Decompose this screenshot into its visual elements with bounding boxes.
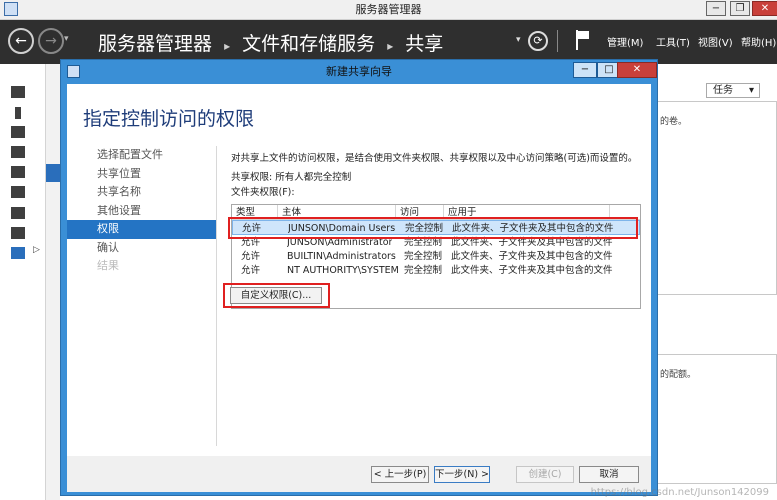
server-manager-icon xyxy=(4,2,18,16)
step-permissions[interactable]: 权限 xyxy=(67,220,217,239)
step-other-settings[interactable]: 其他设置 xyxy=(67,202,217,221)
iis-icon[interactable] xyxy=(11,207,25,219)
create-button: 创建(C) xyxy=(516,466,574,483)
maximize-button[interactable]: ❐ xyxy=(730,1,750,16)
file-services-icon[interactable] xyxy=(11,186,25,198)
navigation-bar: ← → ▾ 服务器管理器 ▸ 文件和存储服务 ▸ 共享 ▾ ⟳ 管理(M) 工具… xyxy=(0,20,777,64)
menu-manage[interactable]: 管理(M) xyxy=(607,34,643,49)
tasks-dropdown[interactable]: 任务 ▾ xyxy=(706,83,760,98)
previous-button[interactable]: < 上一步(P) xyxy=(371,466,429,483)
background-panel-text: 的配额。 xyxy=(660,370,697,380)
breadcrumb-item-file-storage[interactable]: 文件和存储服务 xyxy=(242,33,375,55)
table-row[interactable]: 允许 NT AUTHORITY\SYSTEM 完全控制 此文件夹、子文件夹及其中… xyxy=(232,263,640,278)
share-permissions-text: 共享权限: 所有人都完全控制 xyxy=(231,172,352,183)
window-title: 服务器管理器 xyxy=(355,3,422,16)
dialog-close-button[interactable]: ✕ xyxy=(617,62,657,78)
history-chevron-down-icon[interactable]: ▾ xyxy=(64,34,69,44)
breadcrumb-chevron-down-icon[interactable]: ▾ xyxy=(516,35,521,45)
tasks-dropdown-label: 任务 xyxy=(713,85,733,96)
step-share-location[interactable]: 共享位置 xyxy=(67,165,217,184)
table-row[interactable]: 允许 BUILTIN\Administrators 完全控制 此文件夹、子文件夹… xyxy=(232,249,640,264)
permissions-content: 对共享上文件的访问权限，是结合使用文件夹权限、共享权限以及中心访问策略(可选)而… xyxy=(231,150,651,200)
local-server-icon[interactable] xyxy=(15,107,21,119)
steps-divider xyxy=(216,146,217,446)
dialog-title: 新建共享向导 xyxy=(326,65,392,78)
menu-view[interactable]: 视图(V) xyxy=(698,34,733,49)
file-storage-icon[interactable] xyxy=(11,227,25,239)
rail-expand-chevron-icon[interactable]: ▷ xyxy=(33,245,40,255)
dialog-minimize-button[interactable]: − xyxy=(573,62,597,78)
dashboard-icon[interactable] xyxy=(11,86,25,98)
left-rail: ▷ xyxy=(0,64,46,500)
cancel-button[interactable]: 取消 xyxy=(579,466,639,483)
back-icon[interactable]: ← xyxy=(8,28,34,54)
rail-selection-indicator xyxy=(46,164,60,182)
row-principal: NT AUTHORITY\SYSTEM xyxy=(287,265,399,276)
close-button[interactable]: ✕ xyxy=(752,1,777,16)
background-panel-text: 的卷。 xyxy=(660,117,688,127)
notifications-flag-icon[interactable] xyxy=(576,30,590,50)
watermark: https://blog.csdn.net/Junson142099 xyxy=(590,487,769,498)
folder-permissions-label: 文件夹权限(F): xyxy=(231,187,295,198)
all-servers-icon[interactable] xyxy=(11,126,25,138)
background-panel-volumes: 的卷。 xyxy=(657,101,777,295)
tasks-chevron-down-icon: ▾ xyxy=(748,85,754,96)
shares-rail-icon[interactable] xyxy=(11,247,25,259)
wizard-icon xyxy=(67,65,80,78)
page-title: 指定控制访问的权限 xyxy=(83,108,255,130)
new-share-wizard-dialog: 新建共享向导 − □ ✕ 指定控制访问的权限 选择配置文件 共享位置 共享名称 … xyxy=(60,59,658,496)
row-applies-to: 此文件夹、子文件夹及其中包含的文件 xyxy=(451,251,613,262)
highlight-box-custom-button xyxy=(223,283,330,308)
dialog-title-bar: 新建共享向导 − □ ✕ xyxy=(61,60,657,84)
refresh-icon[interactable]: ⟳ xyxy=(528,31,548,51)
row-access: 完全控制 xyxy=(404,251,443,262)
background-panel-quotas: 的配额。 xyxy=(657,354,777,484)
dns-icon[interactable] xyxy=(11,166,25,178)
breadcrumb-separator-icon: ▸ xyxy=(224,39,231,53)
wizard-steps: 选择配置文件 共享位置 共享名称 其他设置 权限 确认 结果 xyxy=(67,146,217,276)
step-select-profile[interactable]: 选择配置文件 xyxy=(67,146,217,165)
step-results: 结果 xyxy=(97,259,119,272)
nav-divider xyxy=(557,30,558,52)
dialog-body: 指定控制访问的权限 选择配置文件 共享位置 共享名称 其他设置 权限 确认 结果… xyxy=(67,84,651,456)
breadcrumb-item-server-manager[interactable]: 服务器管理器 xyxy=(98,33,212,55)
dialog-button-bar: < 上一步(P) 下一步(N) > 创建(C) 取消 xyxy=(67,456,651,492)
menu-tools[interactable]: 工具(T) xyxy=(656,34,690,49)
breadcrumb-item-shares[interactable]: 共享 xyxy=(405,33,443,55)
forward-icon[interactable]: → xyxy=(38,28,64,54)
menu-help[interactable]: 帮助(H) xyxy=(741,34,776,49)
breadcrumb: 服务器管理器 ▸ 文件和存储服务 ▸ 共享 xyxy=(98,29,449,56)
breadcrumb-separator-icon: ▸ xyxy=(387,39,394,53)
row-principal: BUILTIN\Administrators xyxy=(287,251,396,262)
ad-ds-icon[interactable] xyxy=(11,146,25,158)
highlight-box-first-row xyxy=(228,217,638,239)
window-title-bar: 服务器管理器 − ❐ ✕ xyxy=(0,0,777,20)
minimize-button[interactable]: − xyxy=(706,1,726,16)
step-confirmation[interactable]: 确认 xyxy=(67,239,217,258)
row-access: 完全控制 xyxy=(404,265,443,276)
step-share-name[interactable]: 共享名称 xyxy=(67,183,217,202)
permissions-description: 对共享上文件的访问权限，是结合使用文件夹权限、共享权限以及中心访问策略(可选)而… xyxy=(231,153,638,164)
row-applies-to: 此文件夹、子文件夹及其中包含的文件 xyxy=(451,265,613,276)
next-button[interactable]: 下一步(N) > xyxy=(434,466,490,483)
row-type: 允许 xyxy=(241,251,261,262)
row-type: 允许 xyxy=(241,265,261,276)
